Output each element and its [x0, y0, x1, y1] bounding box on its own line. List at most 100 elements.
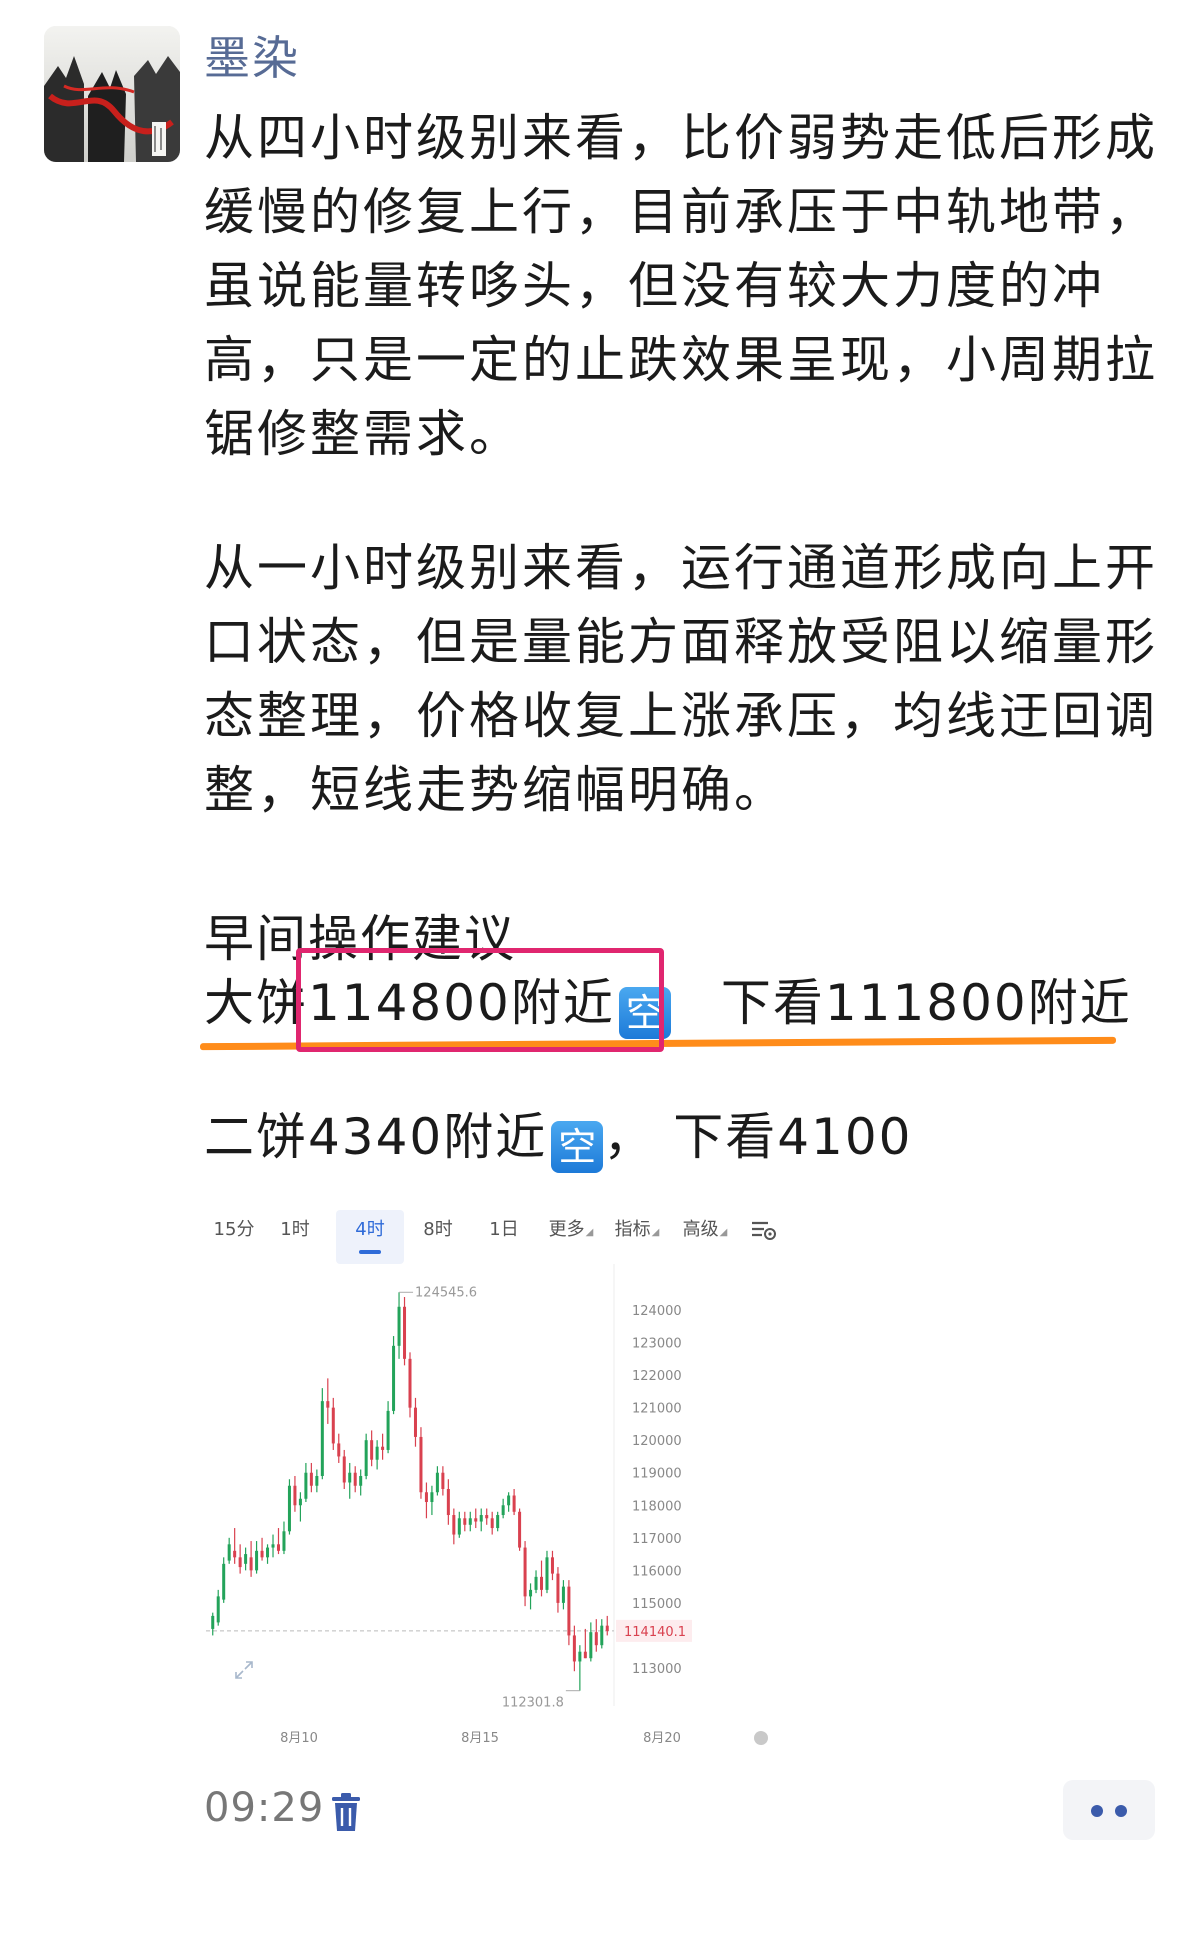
second-cake-separator: ，: [603, 1108, 656, 1166]
tab-4h[interactable]: 4时: [336, 1210, 404, 1264]
candle-body: [605, 1625, 609, 1631]
candle-body: [507, 1495, 511, 1506]
current-price-label: 114140.1: [624, 1625, 686, 1640]
avatar[interactable]: [44, 26, 180, 162]
candle-body: [364, 1440, 368, 1476]
candle-body: [315, 1475, 319, 1486]
candle-body: [397, 1306, 401, 1346]
candle-body: [331, 1407, 335, 1444]
x-tick-label: 8月15: [461, 1731, 499, 1746]
chart-settings-icon[interactable]: [746, 1210, 782, 1264]
second-cake-line: 二饼4340附近空， 下看4100: [204, 1100, 913, 1174]
tab-more-label: 更多: [548, 1219, 585, 1240]
candle-body: [392, 1345, 396, 1411]
candle-body: [348, 1472, 352, 1483]
candle-body: [594, 1632, 598, 1646]
more-options-button[interactable]: [1063, 1780, 1155, 1840]
candle-body: [561, 1586, 565, 1603]
expand-icon[interactable]: [235, 1661, 253, 1679]
dropdown-icon: ◢: [651, 1227, 660, 1238]
second-cake-label: 二饼: [204, 1108, 308, 1166]
candle-body: [463, 1518, 467, 1525]
candle-body: [260, 1550, 264, 1558]
tab-advanced-label: 高级: [682, 1219, 719, 1240]
candle-body: [282, 1531, 286, 1551]
price-highlight-box: [296, 948, 664, 1052]
candle-body: [244, 1554, 248, 1564]
paragraph-four-hour: 从四小时级别来看，比价弱势走低后形成缓慢的修复上行，目前承压于中轨地带，虽说能量…: [204, 109, 1158, 463]
tab-15m[interactable]: 15分: [204, 1210, 264, 1264]
candle-body: [540, 1576, 544, 1590]
y-tick-label: 113000: [632, 1662, 682, 1677]
y-tick-label: 116000: [632, 1564, 682, 1579]
y-tick-label: 121000: [632, 1402, 682, 1417]
candle-body: [211, 1615, 215, 1629]
candle-body: [550, 1557, 554, 1574]
kline-chart-card[interactable]: 15分 1时 4时 8时 1日 更多◢ 指标◢ 高级◢ 113000114000…: [204, 1198, 804, 1768]
y-tick-label: 123000: [632, 1337, 682, 1352]
delete-icon[interactable]: [330, 1793, 362, 1833]
author-name[interactable]: 墨染: [204, 22, 300, 88]
candle-body: [293, 1485, 297, 1506]
paragraph-one-hour: 从一小时级别来看，运行通道形成向上开口状态，但是量能方面释放受阻以缩量形态整理，…: [204, 539, 1158, 819]
candle-body: [523, 1547, 527, 1597]
candle-body: [287, 1485, 291, 1532]
candle-body: [276, 1544, 280, 1551]
candle-body: [556, 1573, 560, 1603]
candle-body: [326, 1401, 330, 1408]
candle-body: [567, 1586, 571, 1636]
tab-8h[interactable]: 8时: [410, 1210, 466, 1264]
dot-icon: [1115, 1805, 1127, 1817]
tab-indicators[interactable]: 指标◢: [606, 1210, 668, 1264]
low-price-label: 112301.8: [502, 1696, 564, 1711]
candle-body: [370, 1440, 374, 1460]
candle-body: [490, 1518, 494, 1529]
x-tick-label: 8月10: [280, 1731, 318, 1746]
candle-body: [309, 1472, 313, 1486]
watermark-logo-icon: [754, 1731, 768, 1745]
candle-body: [419, 1436, 423, 1493]
candle-body: [446, 1489, 450, 1516]
tab-more[interactable]: 更多◢: [540, 1210, 602, 1264]
candle-body: [452, 1515, 456, 1535]
candle-body: [353, 1472, 357, 1486]
candle-body: [381, 1446, 385, 1450]
y-tick-label: 120000: [632, 1434, 682, 1449]
post-time: 09:29: [204, 1785, 325, 1831]
candle-body: [271, 1544, 275, 1548]
y-tick-label: 119000: [632, 1467, 682, 1482]
candle-body: [589, 1632, 593, 1659]
second-cake-target: 下看4100: [673, 1108, 913, 1166]
dropdown-icon: ◢: [719, 1227, 728, 1238]
candle-body: [255, 1550, 259, 1571]
x-tick-label: 8月20: [643, 1731, 681, 1746]
tab-advanced[interactable]: 高级◢: [674, 1210, 736, 1264]
candle-body: [266, 1547, 270, 1558]
candle-body: [479, 1515, 483, 1522]
candle-body: [435, 1472, 439, 1493]
candle-body: [320, 1401, 324, 1476]
high-price-label: 124545.6: [415, 1285, 477, 1300]
candle-body: [342, 1456, 346, 1483]
dropdown-icon: ◢: [585, 1227, 594, 1238]
candle-body: [457, 1518, 461, 1535]
candle-body: [583, 1651, 587, 1659]
tab-1d[interactable]: 1日: [476, 1210, 532, 1264]
candle-body: [600, 1625, 604, 1646]
candle-body: [249, 1557, 253, 1571]
short-tag: 空: [551, 1121, 604, 1173]
y-tick-label: 117000: [632, 1532, 682, 1547]
candle-body: [386, 1410, 390, 1450]
candle-body: [512, 1495, 516, 1512]
candle-body: [222, 1563, 226, 1600]
tab-1h[interactable]: 1时: [266, 1210, 324, 1264]
tab-indicators-label: 指标: [614, 1219, 651, 1240]
y-tick-label: 124000: [632, 1304, 682, 1319]
timeframe-tabs: 15分 1时 4时 8时 1日 更多◢ 指标◢ 高级◢: [204, 1198, 804, 1264]
big-cake-label: 大饼: [204, 974, 308, 1032]
candle-body: [468, 1518, 472, 1525]
candle-body: [403, 1306, 407, 1359]
candlestick-chart[interactable]: 1130001140001150001160001170001180001190…: [204, 1264, 804, 1764]
candle-body: [572, 1635, 576, 1662]
second-cake-price: 4340附近: [308, 1108, 548, 1166]
